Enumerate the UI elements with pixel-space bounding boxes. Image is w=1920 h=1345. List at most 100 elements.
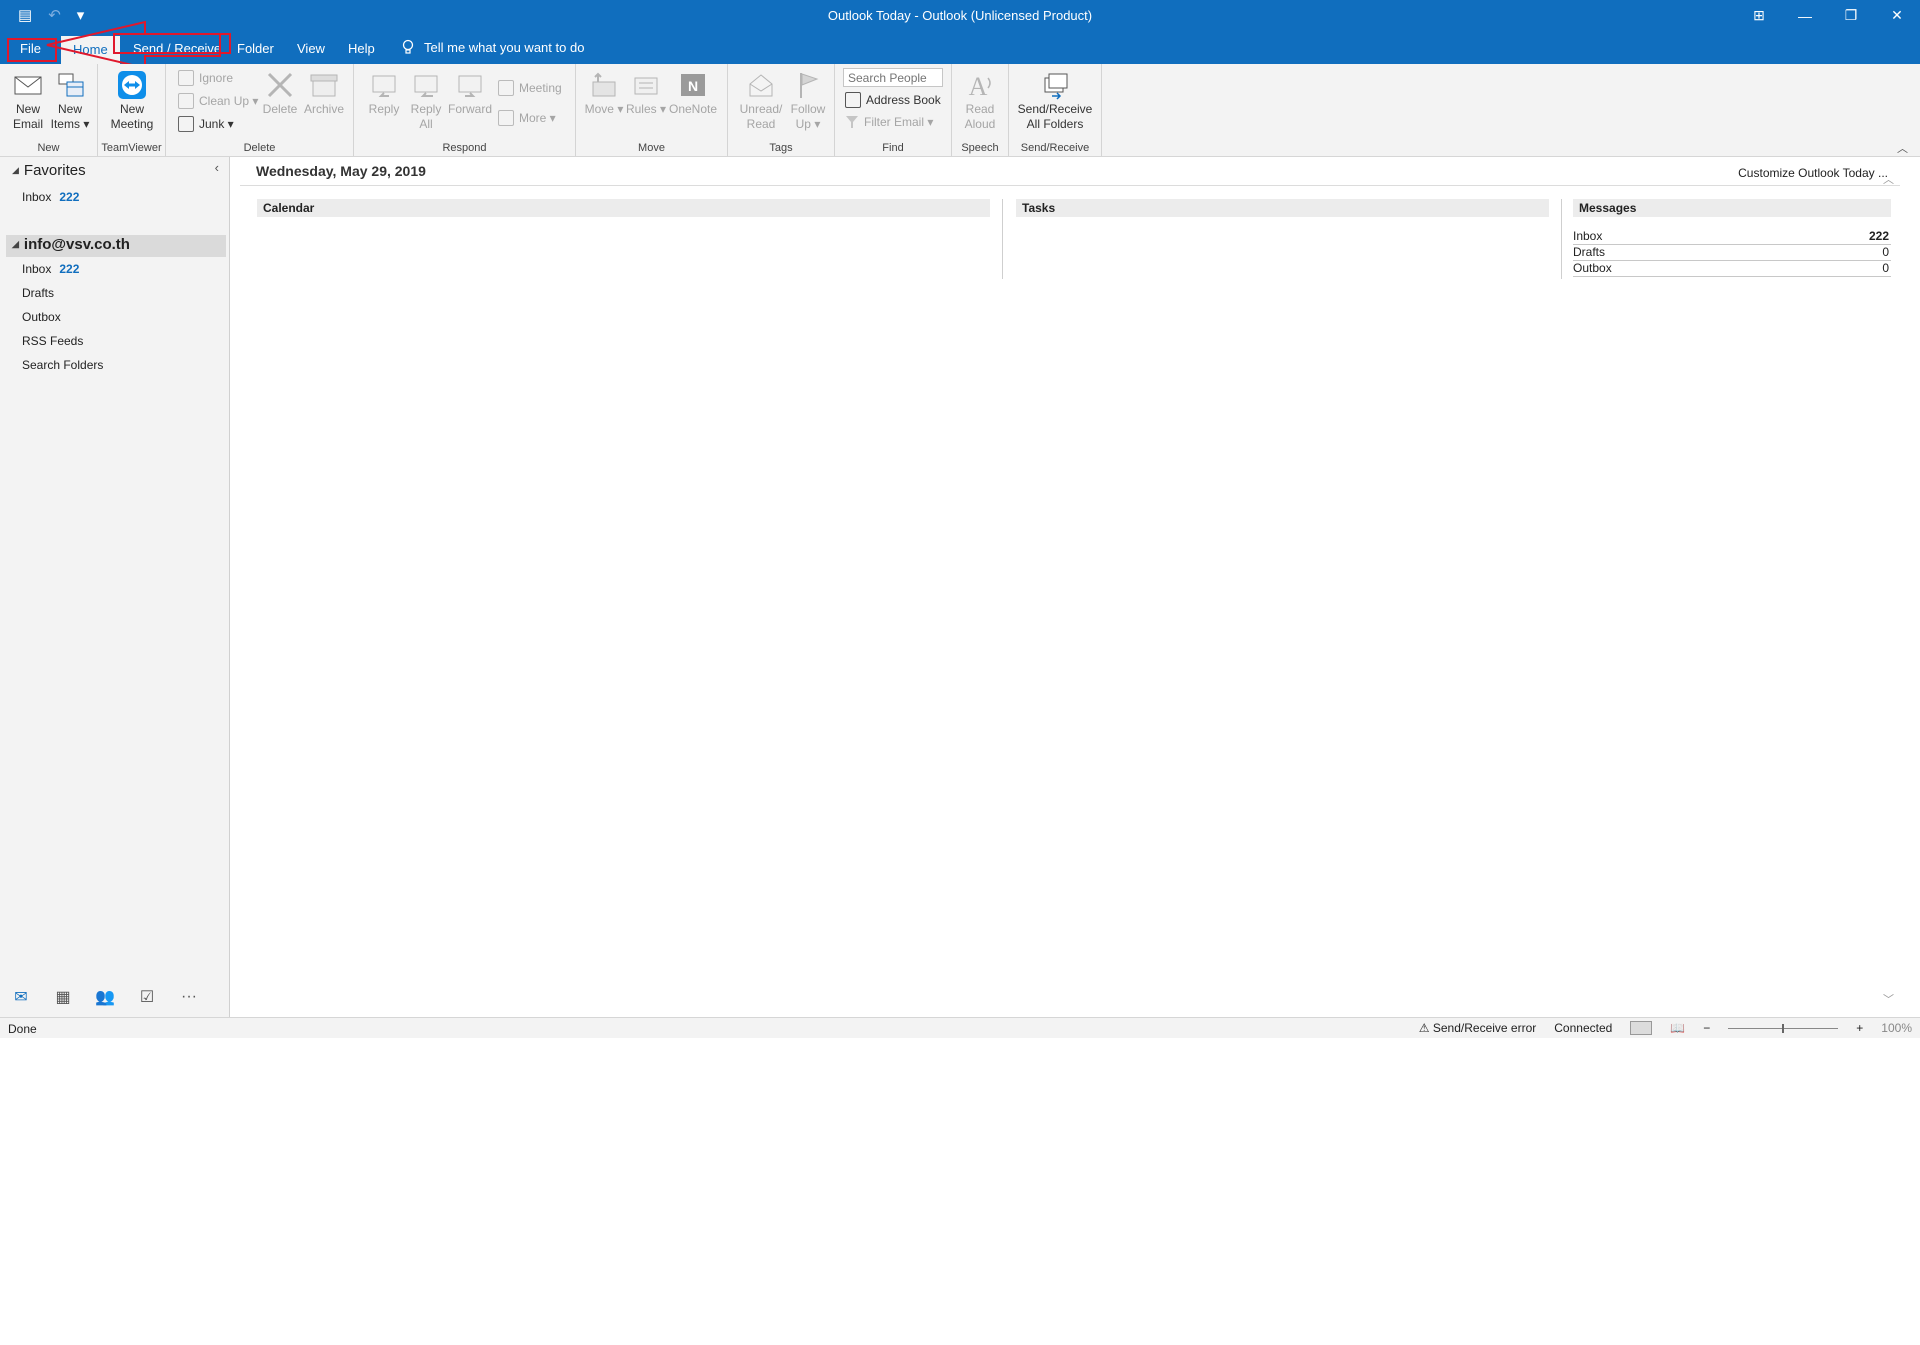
people-icon[interactable]: 👥 bbox=[84, 987, 126, 1007]
mail-icon[interactable]: ✉ bbox=[0, 987, 42, 1007]
move-icon bbox=[592, 72, 616, 97]
scroll-down-icon[interactable]: ﹀ bbox=[1883, 991, 1894, 1007]
group-label-find: Find bbox=[882, 142, 904, 154]
new-email-icon bbox=[14, 76, 42, 95]
reading-view-icon[interactable]: 📖 bbox=[1670, 1021, 1685, 1035]
more-respond-button[interactable]: More ▾ bbox=[498, 110, 556, 126]
delete-button[interactable]: Delete bbox=[258, 70, 302, 117]
messages-row-value: 222 bbox=[1868, 229, 1889, 243]
favorites-label: Favorites bbox=[23, 162, 86, 179]
window-title: Outlook Today - Outlook (Unlicensed Prod… bbox=[827, 8, 1093, 23]
address-book-button[interactable]: Address Book bbox=[845, 92, 941, 108]
ribbon-group-move: Move ▾ Rules ▾ N OneNote Move bbox=[576, 64, 728, 156]
outlook-today-pane: Wednesday, May 29, 2019 Customize Outloo… bbox=[240, 157, 1900, 1017]
collapse-ribbon-icon[interactable]: ︿ bbox=[1897, 140, 1908, 156]
zoom-slider[interactable] bbox=[1728, 1024, 1839, 1033]
calendar-icon[interactable]: ▦ bbox=[42, 987, 84, 1007]
connection-status: Connected bbox=[1554, 1021, 1613, 1035]
move-button[interactable]: Move ▾ bbox=[582, 70, 626, 117]
divider bbox=[1002, 199, 1003, 279]
expand-triangle-icon: ◢ bbox=[12, 239, 19, 249]
scroll-up-icon[interactable]: ︿ bbox=[1883, 171, 1894, 187]
unread-read-button[interactable]: Unread/ Read bbox=[738, 70, 784, 132]
new-meeting-button[interactable]: New Meeting bbox=[110, 70, 154, 132]
zoom-in-icon[interactable]: + bbox=[1856, 1021, 1863, 1035]
restore-icon[interactable]: ❐ bbox=[1828, 0, 1874, 31]
messages-row-outbox[interactable]: Outbox 0 bbox=[1573, 261, 1891, 277]
more-modules-icon[interactable]: ··· bbox=[168, 988, 210, 1006]
tell-me-search[interactable]: Tell me what you want to do bbox=[402, 39, 584, 55]
meeting-button[interactable]: Meeting bbox=[498, 80, 562, 96]
ignore-button[interactable]: Ignore bbox=[178, 70, 233, 86]
tell-me-label: Tell me what you want to do bbox=[424, 39, 585, 55]
tasks-section-header[interactable]: Tasks bbox=[1016, 199, 1549, 217]
send-receive-all-button[interactable]: Send/Receive All Folders bbox=[1017, 70, 1093, 132]
group-label-move: Move bbox=[638, 142, 665, 154]
minimize-icon[interactable]: — bbox=[1782, 0, 1828, 31]
teamviewer-icon bbox=[118, 71, 146, 99]
minimize-pane-icon[interactable]: ‹ bbox=[215, 160, 219, 175]
more-icon bbox=[498, 110, 514, 126]
messages-row-drafts[interactable]: Drafts 0 bbox=[1573, 245, 1891, 261]
ignore-icon bbox=[178, 70, 194, 86]
more-label: More ▾ bbox=[519, 111, 556, 125]
meeting-icon bbox=[498, 80, 514, 96]
filter-email-button[interactable]: Filter Email ▾ bbox=[845, 115, 933, 129]
unread-read-label: Unread/ Read bbox=[739, 102, 783, 131]
folder-item-drafts[interactable]: Drafts bbox=[22, 286, 54, 300]
clean-up-button[interactable]: Clean Up ▾ bbox=[178, 93, 258, 109]
search-people-input[interactable] bbox=[843, 68, 943, 87]
ribbon-tabs: File Home Send / Receive Folder View Hel… bbox=[0, 31, 1920, 64]
account-header[interactable]: ◢ info@vsv.co.th bbox=[12, 236, 130, 253]
calendar-section-header[interactable]: Calendar bbox=[257, 199, 990, 217]
favorites-header[interactable]: ◢ Favorites bbox=[12, 162, 86, 179]
close-icon[interactable]: ✕ bbox=[1874, 0, 1920, 31]
group-label-send-receive: Send/Receive bbox=[1020, 142, 1090, 154]
messages-section-header: Messages bbox=[1573, 199, 1891, 217]
reply-label: Reply bbox=[368, 102, 400, 116]
account-name: info@vsv.co.th bbox=[23, 236, 130, 253]
new-items-button[interactable]: New Items ▾ bbox=[48, 70, 92, 132]
tasks-icon[interactable]: ☑ bbox=[126, 987, 168, 1007]
move-label: Move ▾ bbox=[584, 102, 624, 116]
zoom-level[interactable]: 100% bbox=[1881, 1021, 1912, 1035]
ribbon-group-respond: Reply Reply All Forward Meeting More ▾ R… bbox=[354, 64, 576, 156]
follow-up-button[interactable]: Follow Up ▾ bbox=[786, 70, 830, 132]
reply-all-label: Reply All bbox=[410, 102, 442, 131]
send-receive-error[interactable]: ⚠ Send/Receive error bbox=[1419, 1021, 1537, 1035]
filter-icon bbox=[846, 116, 858, 128]
reply-all-button[interactable]: Reply All bbox=[404, 70, 448, 132]
send-receive-all-label: Send/Receive All Folders bbox=[1017, 102, 1093, 131]
messages-row-inbox[interactable]: Inbox 222 bbox=[1573, 229, 1891, 245]
forward-button[interactable]: Forward bbox=[448, 70, 492, 117]
warning-icon: ⚠ bbox=[1418, 1021, 1430, 1035]
reply-button[interactable]: Reply bbox=[362, 70, 406, 117]
reply-icon bbox=[372, 75, 396, 97]
group-label-tags: Tags bbox=[769, 142, 793, 154]
zoom-out-icon[interactable]: − bbox=[1703, 1021, 1710, 1035]
onenote-button[interactable]: N OneNote bbox=[668, 70, 718, 117]
unread-count: 222 bbox=[59, 190, 80, 204]
tab-view[interactable]: View bbox=[297, 41, 325, 56]
flag-icon bbox=[800, 73, 819, 98]
favorites-item-inbox[interactable]: Inbox 222 bbox=[22, 190, 79, 204]
module-nav-bar: ✉ ▦ 👥 ☑ ··· bbox=[0, 977, 229, 1017]
folder-item-inbox[interactable]: Inbox 222 bbox=[22, 262, 79, 276]
folder-item-rss-feeds[interactable]: RSS Feeds bbox=[22, 334, 83, 348]
forward-label: Forward bbox=[448, 102, 493, 116]
normal-view-icon[interactable] bbox=[1630, 1021, 1653, 1035]
ribbon-display-icon[interactable]: ⊞ bbox=[1736, 0, 1782, 31]
junk-button[interactable]: Junk ▾ bbox=[178, 116, 234, 132]
rules-button[interactable]: Rules ▾ bbox=[624, 70, 668, 117]
annotation-arrow-icon bbox=[46, 20, 221, 70]
read-aloud-button[interactable]: A Read Aloud bbox=[958, 70, 1002, 132]
divider bbox=[240, 185, 1900, 186]
customize-outlook-today-link[interactable]: Customize Outlook Today ... bbox=[1738, 166, 1888, 180]
archive-button[interactable]: Archive bbox=[302, 70, 346, 117]
folder-item-outbox[interactable]: Outbox bbox=[22, 310, 61, 324]
folder-item-search-folders[interactable]: Search Folders bbox=[22, 358, 103, 372]
new-email-button[interactable]: New Email bbox=[6, 70, 50, 132]
lightbulb-icon bbox=[402, 39, 414, 54]
ribbon-group-tags: Unread/ Read Follow Up ▾ Tags bbox=[728, 64, 835, 156]
tab-help[interactable]: Help bbox=[348, 41, 375, 56]
